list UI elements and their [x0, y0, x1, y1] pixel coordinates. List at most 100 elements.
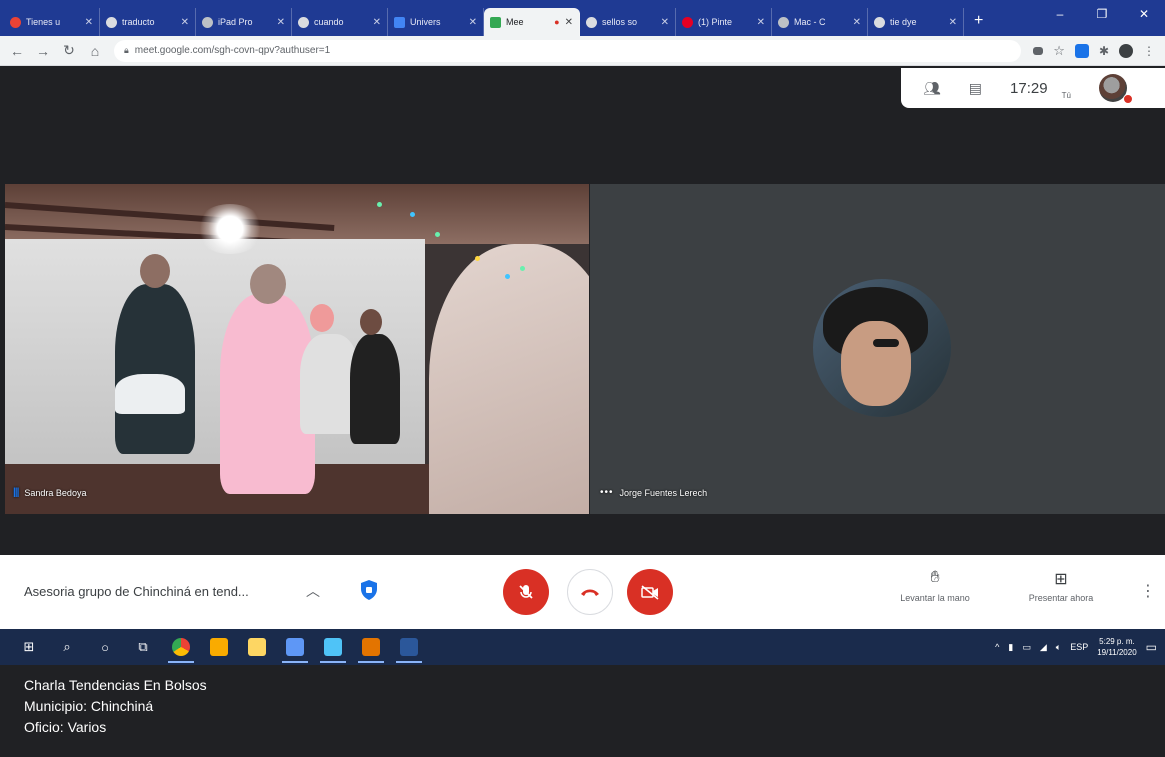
system-tray: ^ ▮ ▭ ◢ 🔈︎ ESP 5:29 p. m. 19/11/2020 ▭ — [995, 629, 1157, 665]
translate-extension-icon[interactable] — [1074, 43, 1089, 58]
taskbar-clock[interactable]: 5:29 p. m. 19/11/2020 — [1097, 636, 1136, 658]
meeting-title[interactable]: Asesoria grupo de Chinchiná en tend... — [24, 584, 249, 599]
wifi-icon[interactable]: ◢ — [1040, 642, 1047, 653]
google-icon — [586, 16, 597, 28]
people-icon[interactable]: 👥︎ — [923, 80, 941, 97]
notifications-icon[interactable]: ▭ — [1146, 640, 1157, 654]
close-tab-icon[interactable]: ✕ — [469, 17, 477, 28]
close-tab-icon[interactable]: ✕ — [373, 17, 381, 28]
google-icon — [298, 16, 309, 28]
close-tab-icon[interactable]: ✕ — [565, 17, 573, 28]
participant-name: Jorge Fuentes Lerech — [619, 487, 708, 498]
taskbar-app-explorer[interactable] — [238, 629, 276, 665]
participant-tile-jorge[interactable]: ••• Jorge Fuentes Lerech — [590, 184, 1165, 514]
url-input[interactable]: 🔒︎ meet.google.com/sgh-covn-qpv?authuser… — [114, 39, 1022, 62]
close-tab-icon[interactable]: ✕ — [661, 17, 669, 28]
more-options-icon[interactable]: ⋮ — [1140, 581, 1156, 601]
chevron-up-icon[interactable]: ^ — [995, 642, 999, 652]
meet-icon — [490, 16, 501, 28]
close-tab-icon[interactable]: ✕ — [949, 17, 957, 28]
start-button[interactable]: ⊞ — [10, 629, 48, 665]
hang-up-button[interactable] — [567, 569, 613, 615]
chevron-up-icon[interactable]: ︿ — [306, 581, 320, 601]
meeting-clock: 17:29 — [1010, 79, 1048, 97]
screenshot-root: Tienes u ✕ traducto ✕ iPad Pro ✕ cuando ✕ Un… — [0, 0, 1165, 757]
taskbar-app-word[interactable] — [390, 629, 428, 665]
bookmark-star-icon[interactable]: ☆ — [1053, 43, 1065, 59]
university-icon — [394, 16, 405, 28]
raise-hand-button[interactable]: ✋︎ Levantar la mano — [880, 569, 990, 603]
pinterest-icon — [682, 16, 693, 28]
file-explorer-icon — [248, 638, 266, 656]
participant-name-tag: ••• Jorge Fuentes Lerech — [600, 487, 707, 498]
network-icon[interactable]: ▭ — [1022, 642, 1031, 653]
gmail-icon — [10, 16, 21, 28]
browser-tab[interactable]: (1) Pinte ✕ — [676, 8, 772, 36]
new-tab-button[interactable]: + — [964, 12, 993, 36]
back-icon[interactable]: ← — [10, 43, 24, 59]
cortana-icon: ○ — [101, 639, 109, 655]
participant-tile-sandra[interactable]: ||| Sandra Bedoya — [5, 184, 589, 514]
shield-icon[interactable] — [360, 579, 378, 601]
camera-off-button[interactable] — [627, 569, 673, 615]
maximize-button[interactable]: ❐ — [1081, 0, 1123, 30]
taskbar-app-images[interactable] — [314, 629, 352, 665]
raise-hand-label: Levantar la mano — [900, 593, 970, 603]
camera-off-icon — [641, 585, 659, 600]
taskbar-app-illustrator[interactable] — [352, 629, 390, 665]
taskbar-app-chrome[interactable] — [162, 629, 200, 665]
cortana-button[interactable]: ○ — [86, 629, 124, 665]
forward-icon[interactable]: → — [36, 43, 50, 59]
task-view-button[interactable]: ⧉ — [124, 629, 162, 665]
close-tab-icon[interactable]: ✕ — [277, 17, 285, 28]
taskbar-app-photos[interactable] — [276, 629, 314, 665]
mic-off-icon — [519, 585, 533, 599]
browser-tab[interactable]: tie dye ✕ — [868, 8, 964, 36]
volume-icon[interactable]: 🔈︎ — [1056, 642, 1061, 653]
browser-tab-active[interactable]: Mee ● ✕ — [484, 8, 580, 36]
browser-tab[interactable]: sellos so ✕ — [580, 8, 676, 36]
address-bar: ← → ↻ ⌂ 🔒︎ meet.google.com/sgh-covn-qpv?… — [0, 36, 1165, 66]
you-label: Tú — [1061, 91, 1071, 100]
close-tab-icon[interactable]: ✕ — [853, 17, 861, 28]
chrome-menu-icon[interactable]: ⋮ — [1143, 44, 1155, 58]
input-language[interactable]: ESP — [1070, 642, 1088, 652]
browser-tab[interactable]: iPad Pro ✕ — [196, 8, 292, 36]
caption-trade: Oficio: Varios — [24, 719, 107, 735]
present-screen-icon: ⊞ — [1054, 571, 1068, 588]
close-tab-icon[interactable]: ✕ — [757, 17, 765, 28]
browser-tab[interactable]: Mac - C ✕ — [772, 8, 868, 36]
camera-extension-icon[interactable] — [1033, 46, 1044, 55]
google-icon — [106, 16, 117, 28]
camera-feed-image — [5, 184, 589, 514]
chat-icon[interactable]: ▤ — [969, 80, 982, 97]
word-icon — [400, 638, 418, 656]
extensions-puzzle-icon[interactable]: ✱ — [1099, 44, 1109, 58]
phone-hangup-icon — [581, 589, 599, 596]
close-tab-icon[interactable]: ✕ — [181, 17, 189, 28]
sticky-notes-icon — [210, 638, 228, 656]
battery-icon[interactable]: ▮ — [1008, 642, 1013, 653]
browser-tab[interactable]: traducto ✕ — [100, 8, 196, 36]
close-tab-icon[interactable]: ✕ — [85, 17, 93, 28]
home-icon[interactable]: ⌂ — [88, 43, 102, 59]
windows-logo-icon: ⊞ — [23, 639, 35, 654]
meeting-info-panel: 👥︎ ▤ 17:29 Tú — [901, 68, 1165, 108]
minimize-button[interactable]: – — [1039, 0, 1081, 30]
browser-tab[interactable]: cuando ✕ — [292, 8, 388, 36]
browser-tab[interactable]: Univers ✕ — [388, 8, 484, 36]
windows-taskbar: ⊞ ⌕ ○ ⧉ ^ ▮ ▭ ◢ 🔈︎ ESP 5:29 p. m. 19/11/… — [0, 629, 1165, 665]
present-now-label: Presentar ahora — [1028, 593, 1094, 603]
present-now-button[interactable]: ⊞ Presentar ahora — [1006, 569, 1116, 603]
browser-tab[interactable]: Tienes u ✕ — [4, 8, 100, 36]
more-options-icon[interactable]: ••• — [600, 487, 614, 498]
hand-icon: ✋︎ — [930, 569, 940, 586]
participant-name: Sandra Bedoya — [24, 487, 87, 498]
reload-icon[interactable]: ↻ — [62, 42, 76, 59]
search-button[interactable]: ⌕ — [48, 629, 86, 665]
taskbar-app-sticky[interactable] — [200, 629, 238, 665]
profile-icon[interactable] — [1119, 43, 1133, 58]
mic-off-button[interactable] — [503, 569, 549, 615]
close-window-button[interactable]: ✕ — [1123, 0, 1165, 30]
self-avatar[interactable] — [1098, 74, 1133, 104]
